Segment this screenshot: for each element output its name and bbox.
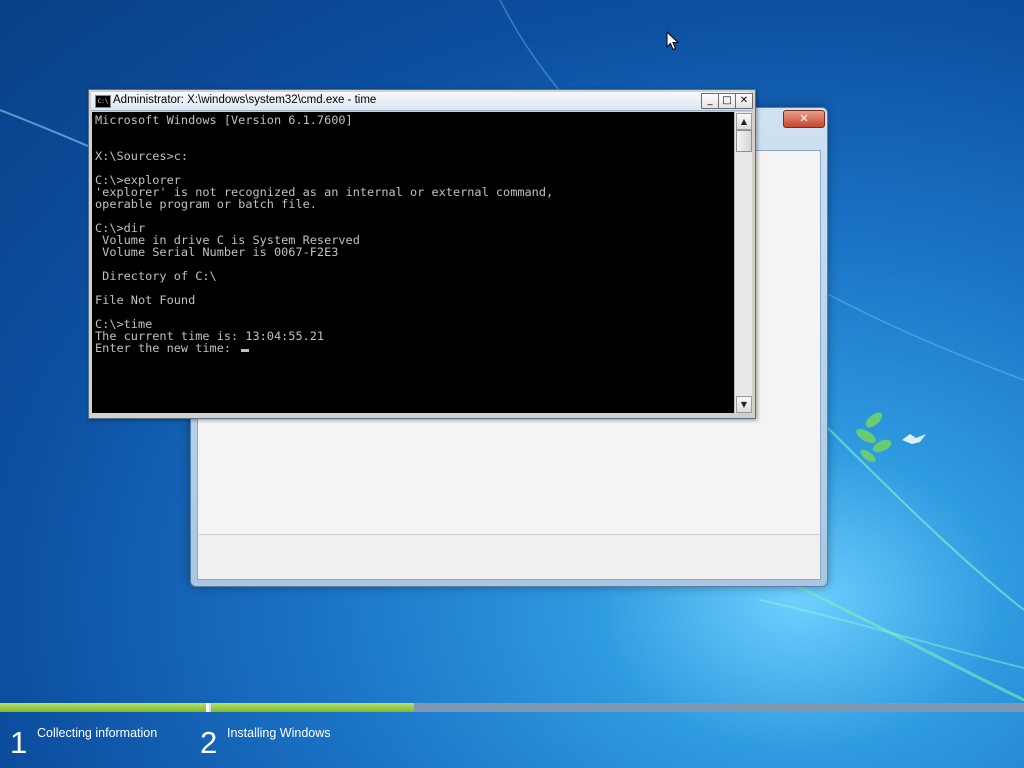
console-prompt-line[interactable]: Enter the new time: <box>95 341 250 355</box>
bird-logo <box>902 434 926 444</box>
console-line: Microsoft Windows [Version 6.1.7600] <box>95 113 353 127</box>
scroll-up-button[interactable]: ▲ <box>736 113 752 130</box>
setup-close-button[interactable]: ✕ <box>783 110 825 128</box>
step-label: Installing Windows <box>227 726 331 740</box>
console-output[interactable]: Microsoft Windows [Version 6.1.7600] X:\… <box>92 112 734 413</box>
progress-divider <box>206 703 209 712</box>
close-button[interactable]: ✕ <box>735 93 753 109</box>
setup-progress-bar <box>0 703 1024 712</box>
step2-progress-remaining <box>414 703 1024 712</box>
desktop: { "cmd": { "title": "Administrator: X:\\… <box>0 0 1024 768</box>
mouse-pointer-icon <box>666 31 680 51</box>
console-line: operable program or batch file. <box>95 197 317 211</box>
setup-footer <box>198 534 820 579</box>
console-line: Volume Serial Number is 0067-F2E3 <box>95 245 339 259</box>
maximize-button[interactable]: □ <box>718 93 736 109</box>
console-line: File Not Found <box>95 293 196 307</box>
step-number: 2 <box>200 725 218 760</box>
vertical-scrollbar[interactable]: ▲ ▼ <box>734 112 752 413</box>
text-cursor <box>241 349 250 352</box>
step1-progress-fill <box>0 703 206 712</box>
cmd-app-icon[interactable]: C:\ <box>95 95 111 108</box>
scroll-down-button[interactable]: ▼ <box>736 396 752 413</box>
step2-progress-fill <box>211 703 414 712</box>
step-label: Collecting information <box>37 726 158 740</box>
minimize-button[interactable]: _ <box>701 93 719 109</box>
cmd-window[interactable]: C:\ Administrator: X:\windows\system32\c… <box>88 89 756 419</box>
leaf-logo <box>856 412 892 463</box>
cmd-title: Administrator: X:\windows\system32\cmd.e… <box>113 94 377 106</box>
step-number: 1 <box>10 725 28 760</box>
console-line: Directory of C:\ <box>95 269 217 283</box>
console-line: X:\Sources>c: <box>95 149 189 163</box>
cmd-titlebar[interactable]: C:\ Administrator: X:\windows\system32\c… <box>91 92 753 111</box>
console-prompt: Enter the new time: <box>95 341 239 355</box>
scroll-thumb[interactable] <box>736 130 752 152</box>
